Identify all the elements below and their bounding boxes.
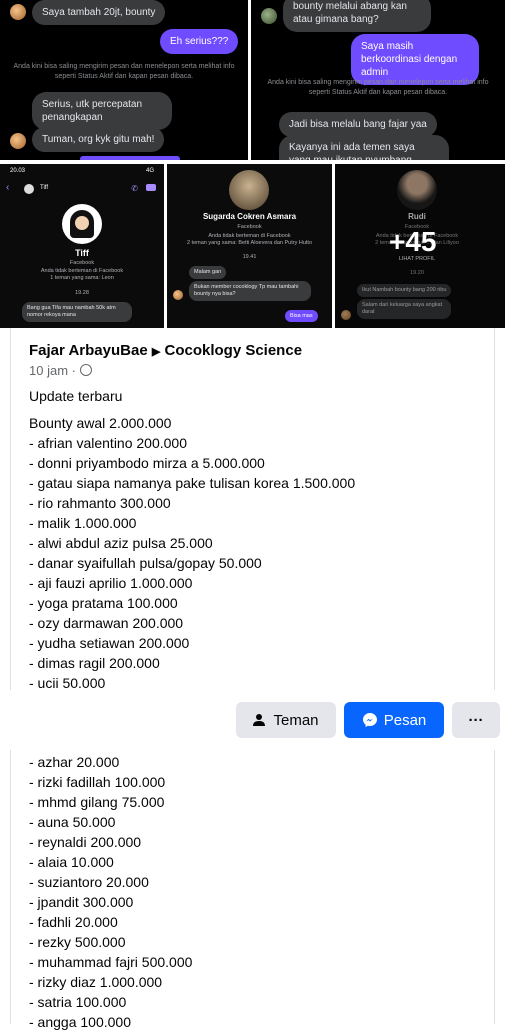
- post-line: - alaia 10.000: [29, 854, 114, 870]
- post-line: - donni priyambodo mirza a 5.000.000: [29, 455, 265, 471]
- post-line: - muhammad fajri 500.000: [29, 954, 193, 970]
- post-body: - azhar 20.000 - rizki fadillah 100.000 - …: [29, 752, 192, 1032]
- avatar: [173, 290, 183, 300]
- chat-message: Saya tambah 20jt, bounty: [32, 0, 166, 25]
- author-name[interactable]: Fajar ArbayuBae: [29, 342, 148, 359]
- messenger-icon: [362, 713, 377, 727]
- system-notice: Anda kini bisa saling mengirim pesan dan…: [13, 63, 235, 80]
- thumb-sugarda[interactable]: Sugarda Cokren Asmara Facebook Anda tida…: [167, 164, 332, 328]
- status-time: 20.03: [10, 168, 26, 174]
- platform-label: Facebook: [237, 224, 262, 230]
- profile-photo: [229, 170, 269, 210]
- friend-icon: [253, 714, 266, 726]
- post-line: - reynaldi 200.000: [29, 834, 142, 850]
- post-line: - jpandit 300.000: [29, 894, 134, 910]
- chat-screenshot-1: Saya tambah 20jt, bounty Eh serius??? An…: [0, 0, 248, 160]
- post-line: - angga 100.000: [29, 1014, 131, 1030]
- globe-icon: [79, 364, 92, 376]
- post-header: Fajar ArbayuBae ▶ Cocoklogy Science: [29, 342, 302, 359]
- post-line: - yudha setiawan 200.000: [29, 635, 190, 651]
- profile-photo: [62, 204, 102, 244]
- chat-message: Kayanya ini ada temen saya yang mau ikut…: [279, 135, 449, 160]
- thumb-rudi[interactable]: Rudi Facebook Anda tidak berteman di Fac…: [335, 164, 505, 328]
- system-notice: Anda kini bisa saling mengirim pesan dan…: [267, 79, 489, 96]
- phone-icon[interactable]: ✆: [131, 184, 138, 193]
- arrow-right-icon: ▶: [151, 346, 161, 358]
- chat-message: Bang gua Tifa mau nambah 50k atm nomor r…: [22, 302, 132, 322]
- friends-label: Teman: [273, 711, 319, 729]
- chat-message: bounty melalui abang kan atau gimana ban…: [283, 0, 431, 32]
- chat-message: Malam gan: [189, 266, 227, 279]
- video-icon[interactable]: [146, 184, 156, 191]
- post-line: - malik 1.000.000: [29, 515, 137, 531]
- post-time[interactable]: 10 jam ·: [29, 363, 76, 378]
- avatar: [24, 184, 34, 194]
- post-line: - afrian valentino 200.000: [29, 435, 187, 451]
- post-line: - alwi abdul aziz pulsa 25.000: [29, 535, 213, 551]
- chat-message: Bisa mas: [285, 310, 318, 322]
- post-card: Fajar ArbayuBae ▶ Cocoklogy Science 10 j…: [10, 328, 495, 693]
- chat-message: Jadi bisa melalu bang fajar yaa: [279, 112, 437, 137]
- timestamp: 19.41: [242, 254, 257, 260]
- post-line: - dimas ragil 200.000: [29, 655, 160, 671]
- message-label: Pesan: [383, 711, 427, 729]
- post-line: - yoga pratama 100.000: [29, 595, 178, 611]
- post-meta: 10 jam ·: [29, 363, 92, 378]
- timestamp: 19.28: [75, 290, 89, 296]
- post-line: - rio rahmanto 300.000: [29, 495, 171, 511]
- post-line: - azhar 20.000: [29, 754, 120, 770]
- friends-button[interactable]: Teman: [236, 702, 336, 738]
- chat-screenshot-2: bounty melalui abang kan atau gimana ban…: [251, 0, 505, 160]
- post-line: - rizky diaz 1.000.000: [29, 974, 163, 990]
- post-line: - rezky 500.000: [29, 934, 126, 950]
- post-line: - mhmd gilang 75.000: [29, 794, 165, 810]
- mutual-info: 1 teman yang sama: Leon: [50, 275, 114, 281]
- status-signal: 4G: [145, 168, 154, 174]
- more-options-button[interactable]: ···: [452, 702, 500, 738]
- more-photos-count[interactable]: +45: [389, 226, 437, 258]
- post-line: - suziantoro 20.000: [29, 874, 149, 890]
- back-icon[interactable]: ‹: [6, 182, 9, 193]
- chat-message-partial: [80, 156, 180, 160]
- profile-name: Tiff: [75, 248, 89, 258]
- profile-name: Sugarda Cokren Asmara: [202, 212, 297, 221]
- post-card-continued: - azhar 20.000 - rizki fadillah 100.000 - …: [10, 750, 495, 1030]
- chat-message: Serius, utk percepatan penangkapan: [32, 92, 172, 130]
- post-heading: Update terbaru: [29, 388, 123, 404]
- post-line: - gatau siapa namanya pake tulisan korea…: [29, 475, 356, 491]
- post-line: - satria 100.000: [29, 994, 127, 1010]
- platform-label: Facebook: [69, 260, 95, 266]
- post-line: - fadhli 20.000: [29, 914, 118, 930]
- avatar: [10, 133, 26, 149]
- post-body: Bounty awal 2.000.000 - afrian valentino …: [29, 413, 355, 693]
- chat-message: Tuman, org kyk gitu mah!: [32, 127, 165, 152]
- message-button[interactable]: Pesan: [344, 702, 444, 738]
- post-line: - rizki fadillah 100.000: [29, 774, 166, 790]
- chat-message: Bukan member cocoklogy Tp mau tambahi bo…: [189, 281, 311, 301]
- more-icon: ···: [468, 711, 484, 729]
- friend-info: Anda tidak berteman di Facebook: [40, 268, 124, 274]
- post-line: - ozy darmawan 200.000: [29, 615, 184, 631]
- post-line: Bounty awal 2.000.000: [29, 415, 172, 431]
- avatar: [261, 8, 277, 24]
- thumb-tiff[interactable]: 20.03 4G ‹ Tiff ✆ Tiff Facebook Anda tid…: [0, 164, 164, 328]
- group-name[interactable]: Cocoklogy Science: [164, 342, 302, 359]
- avatar: [10, 4, 26, 20]
- mutual-info: 2 teman yang sama: Betti Aloevera dan Pu…: [186, 240, 313, 246]
- post-line: - danar syaifullah pulsa/gopay 50.000: [29, 555, 262, 571]
- post-line: - aji fauzi aprilio 1.000.000: [29, 575, 193, 591]
- chat-message: Eh serius???: [160, 29, 239, 54]
- post-line: - auna 50.000: [29, 814, 116, 830]
- friend-info: Anda tidak berteman di Facebook: [208, 233, 291, 239]
- contact-name: Tiff: [40, 185, 49, 191]
